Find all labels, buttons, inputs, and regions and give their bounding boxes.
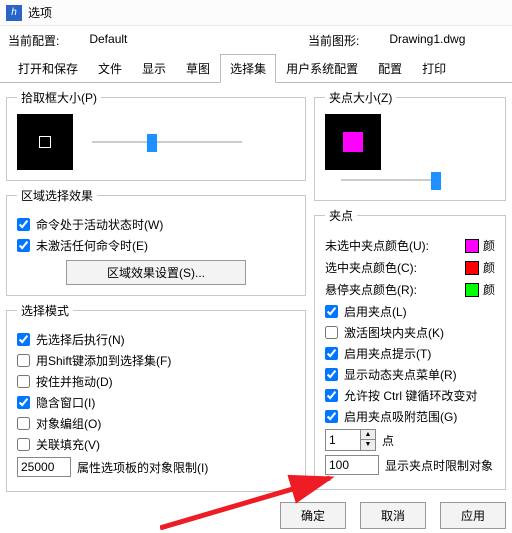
tab-selection[interactable]: 选择集 [220,54,276,83]
pt-spinner[interactable]: ▲▼ [361,429,376,451]
group-pickbox-size: 拾取框大小(P) [6,89,306,181]
color-suffix-1: 颜 [483,237,495,254]
chk-dynamic-menu-label: 显示动态夹点菜单(R) [344,366,457,383]
ok-button[interactable]: 确定 [280,502,346,529]
group-grips: 夹点 未选中夹点颜色(U): 颜 选中夹点颜色(C): 颜 悬停夹点颜色(R):… [314,207,506,490]
grips-legend: 夹点 [325,207,357,224]
preview-legend: 区域选择效果 [17,187,97,204]
current-drawing-label: 当前图形: [308,32,359,49]
tab-display[interactable]: 显示 [132,54,176,83]
pickbox-slider[interactable] [92,132,242,152]
chk-ctrl-cycle[interactable] [325,389,338,402]
unsel-color-swatch[interactable] [465,239,479,253]
chk-object-group[interactable] [17,417,30,430]
chk-ctrl-cycle-label: 允许按 Ctrl 键循环改变对 [344,387,477,404]
apply-button[interactable]: 应用 [440,502,506,529]
chk-enable-block-grips-label: 激活图块内夹点(K) [344,324,444,341]
tab-bar: 打开和保存 文件 显示 草图 选择集 用户系统配置 配置 打印 [0,53,512,83]
chk-enable-block-grips[interactable] [325,326,338,339]
chk-enable-tips[interactable] [325,347,338,360]
chk-implied-window[interactable] [17,396,30,409]
chk-no-active-cmd-label: 未激活任何命令时(E) [36,237,148,254]
sel-color-label: 选中夹点颜色(C): [325,259,417,276]
group-selection-mode: 选择模式 先选择后执行(N) 用Shift键添加到选择集(F) 按住并拖动(D)… [6,302,306,492]
selmode-legend: 选择模式 [17,302,73,319]
unsel-color-label: 未选中夹点颜色(U): [325,237,429,254]
sel-color-swatch[interactable] [465,261,479,275]
chk-cmd-active[interactable] [17,218,30,231]
chk-enable-grips-label: 启用夹点(L) [344,303,407,320]
chk-assoc-hatch[interactable] [17,438,30,451]
cancel-button[interactable]: 取消 [360,502,426,529]
tab-print[interactable]: 打印 [412,54,456,83]
chk-snap-range[interactable] [325,410,338,423]
tab-files[interactable]: 文件 [88,54,132,83]
pt-label: 点 [382,432,394,449]
chk-enable-grips[interactable] [325,305,338,318]
color-suffix-3: 颜 [483,281,495,298]
chk-use-shift[interactable] [17,354,30,367]
object-limit-input[interactable] [17,457,71,477]
pickbox-preview [17,114,73,170]
group-preview-effect: 区域选择效果 命令处于活动状态时(W) 未激活任何命令时(E) 区域效果设置(S… [6,187,306,296]
chk-snap-range-label: 启用夹点吸附范围(G) [344,408,457,425]
grip-size-legend: 夹点大小(Z) [325,89,396,106]
chk-use-shift-label: 用Shift键添加到选择集(F) [36,352,171,369]
chk-no-active-cmd[interactable] [17,239,30,252]
window-title: 选项 [28,4,52,21]
pickbox-legend: 拾取框大小(P) [17,89,101,106]
tab-user[interactable]: 用户系统配置 [276,54,368,83]
color-suffix-2: 颜 [483,259,495,276]
grip-limit-input[interactable] [325,455,379,475]
chk-noun-verb-label: 先选择后执行(N) [36,331,125,348]
current-profile-label: 当前配置: [8,32,59,49]
app-icon: h [6,5,22,21]
current-profile-value: Default [89,32,127,49]
chk-press-drag[interactable] [17,375,30,388]
grip-preview [325,114,381,170]
chk-enable-tips-label: 启用夹点提示(T) [344,345,431,362]
hover-color-swatch[interactable] [465,283,479,297]
pt-input[interactable] [325,429,361,451]
tab-drafting[interactable]: 草图 [176,54,220,83]
chk-noun-verb[interactable] [17,333,30,346]
chk-press-drag-label: 按住并拖动(D) [36,373,113,390]
group-grip-size: 夹点大小(Z) [314,89,506,201]
chk-object-group-label: 对象编组(O) [36,415,101,432]
tab-open-save[interactable]: 打开和保存 [8,54,88,83]
current-drawing-value: Drawing1.dwg [389,32,465,49]
tab-profiles[interactable]: 配置 [368,54,412,83]
area-settings-button[interactable]: 区域效果设置(S)... [66,260,246,285]
object-limit-label: 属性选项板的对象限制(I) [77,459,208,476]
chk-dynamic-menu[interactable] [325,368,338,381]
chk-assoc-hatch-label: 关联填充(V) [36,436,100,453]
hover-color-label: 悬停夹点颜色(R): [325,281,417,298]
chk-cmd-active-label: 命令处于活动状态时(W) [36,216,163,233]
chk-implied-window-label: 隐含窗口(I) [36,394,95,411]
grip-limit-label: 显示夹点时限制对象 [385,457,493,474]
grip-size-slider[interactable] [341,170,441,190]
